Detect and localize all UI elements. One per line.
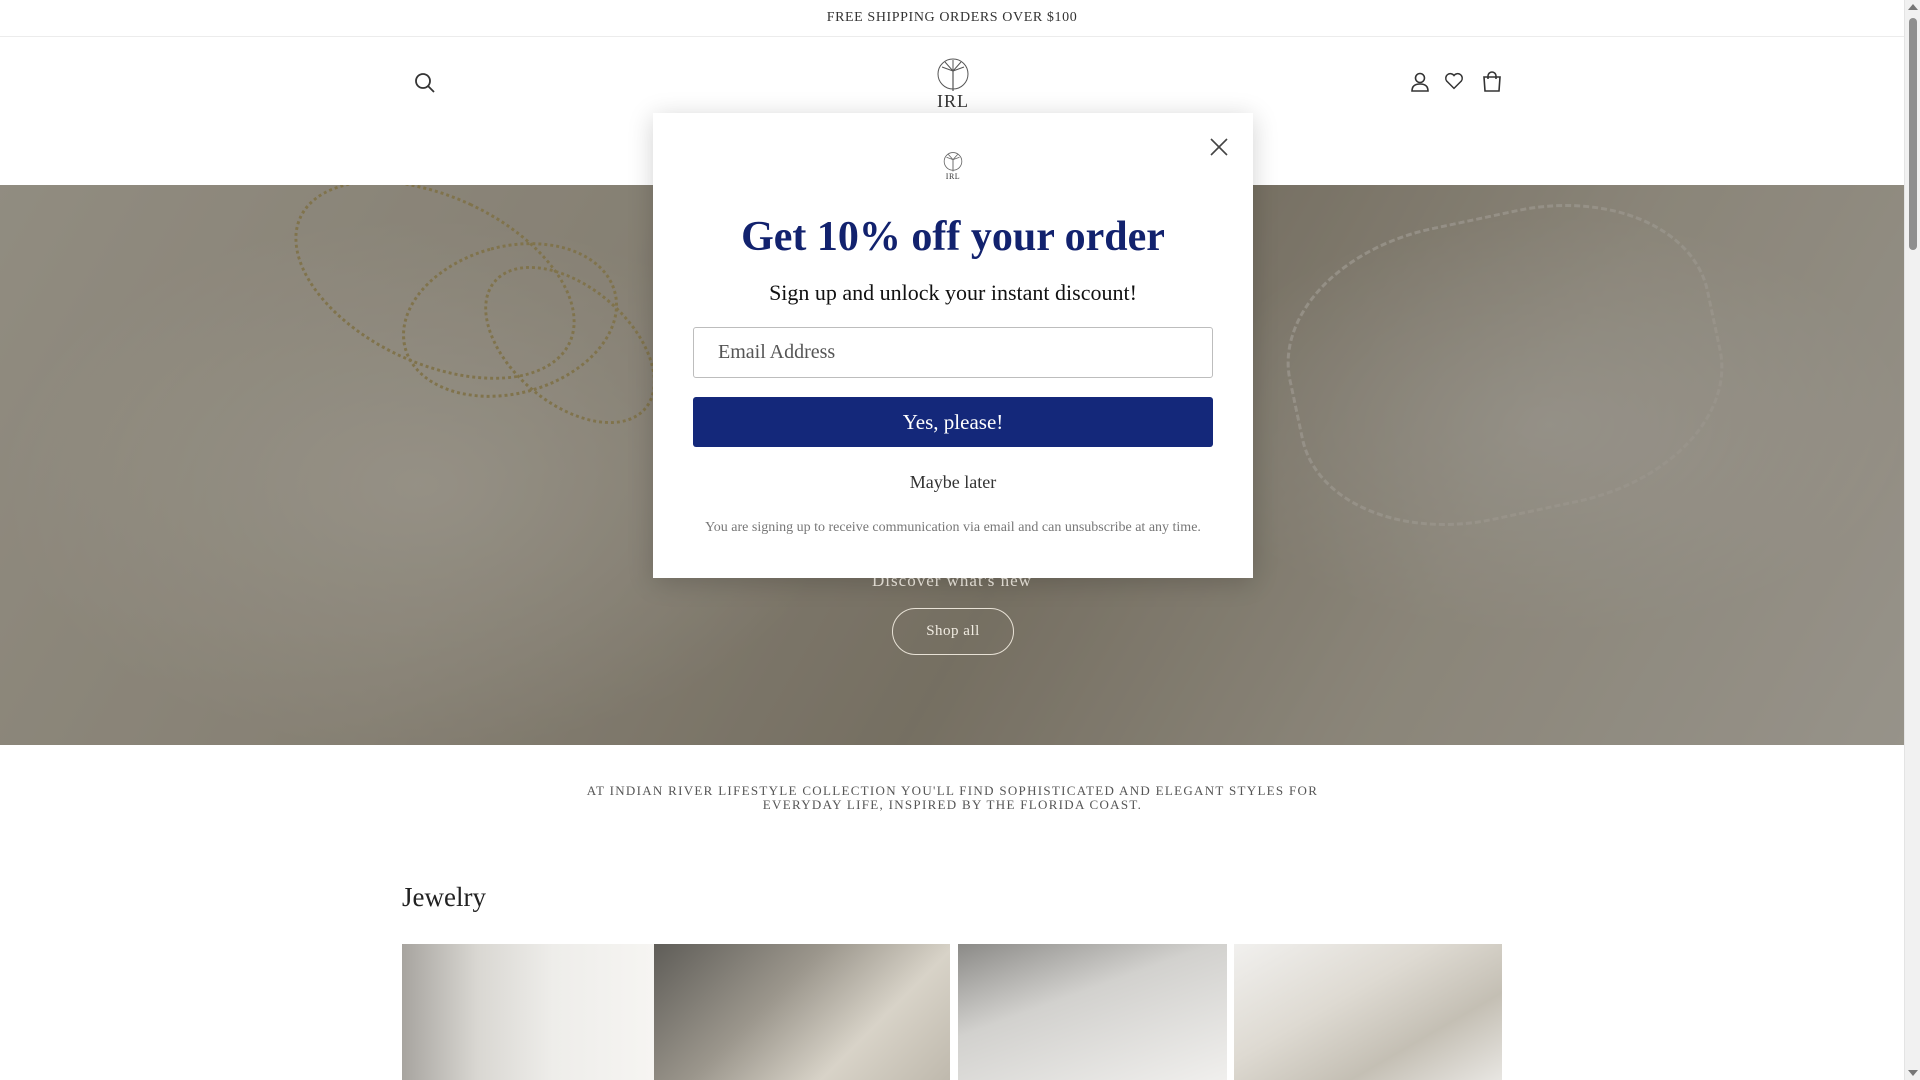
wishlist-heart-icon[interactable] [1437, 64, 1471, 98]
product-card[interactable] [958, 944, 1227, 1080]
product-card[interactable] [654, 944, 950, 1080]
brand-tagline: AT INDIAN RIVER LIFESTYLE COLLECTION YOU… [586, 783, 1319, 812]
cart-icon[interactable] [1475, 65, 1509, 99]
maybe-later-link[interactable]: Maybe later [653, 472, 1253, 493]
modal-logo: IRL [937, 151, 969, 185]
collection-title: Jewelry [402, 882, 486, 912]
site-logo[interactable]: IRL [930, 57, 976, 117]
scroll-thumb[interactable] [1909, 18, 1917, 250]
search-icon[interactable] [408, 66, 442, 100]
product-card[interactable] [402, 944, 654, 1080]
account-icon[interactable] [1403, 65, 1437, 99]
scroll-up-arrow[interactable] [1908, 4, 1918, 10]
product-card[interactable] [1234, 944, 1502, 1080]
submit-button[interactable]: Yes, please! [693, 397, 1213, 447]
page-scrollbar[interactable] [1904, 0, 1920, 1080]
shop-all-button[interactable]: Shop all [892, 608, 1014, 655]
legal-disclaimer: You are signing up to receive communicat… [705, 520, 1201, 535]
modal-logo-text: IRL [945, 172, 961, 181]
announcement-bar: FREE SHIPPING ORDERS OVER $100 [0, 0, 1904, 37]
logo-text: IRL [937, 91, 969, 111]
discount-signup-modal: IRL Get 10% off your order Sign up and u… [653, 113, 1253, 578]
close-icon[interactable] [1203, 131, 1235, 163]
modal-subtitle: Sign up and unlock your instant discount… [769, 280, 1137, 305]
email-field[interactable] [693, 327, 1213, 378]
product-grid [402, 944, 1502, 1080]
scroll-down-arrow[interactable] [1908, 1070, 1918, 1076]
announcement-text: FREE SHIPPING ORDERS OVER $100 [826, 10, 1078, 25]
modal-title: Get 10% off your order [741, 214, 1165, 260]
